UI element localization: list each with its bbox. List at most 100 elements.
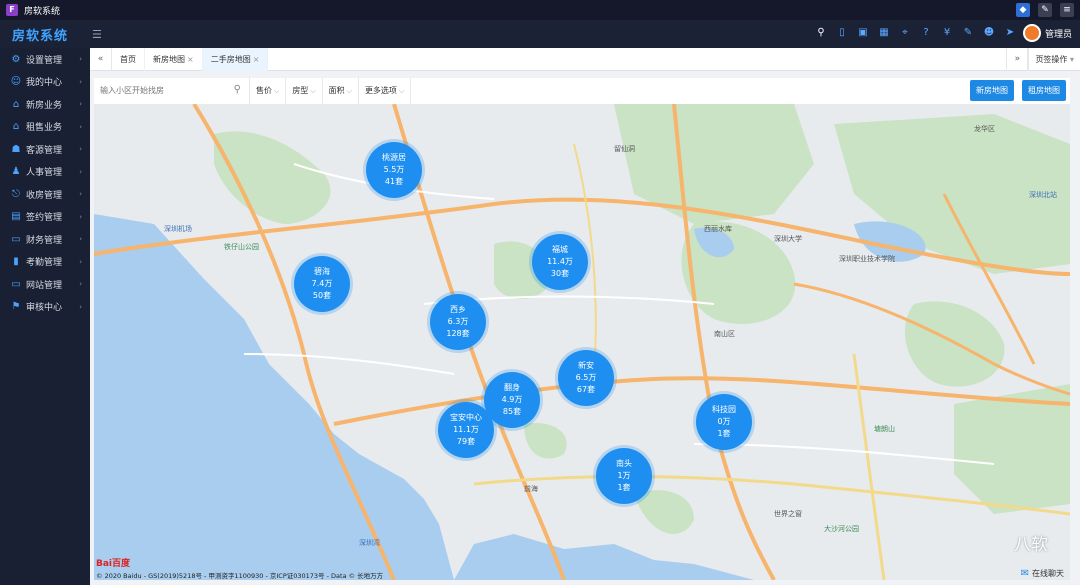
sidebar-item[interactable]: ▭ 财务管理 › [0, 228, 90, 251]
edit-window-icon[interactable]: ✎ [1038, 3, 1052, 17]
map-cluster-marker[interactable]: 新安 6.5万 67套 [558, 350, 614, 406]
map-label-nanshan: 南山区 [714, 330, 735, 338]
sidebar-item[interactable]: ⌂ 新房业务 › [0, 93, 90, 116]
cluster-name: 西乡 [450, 305, 466, 314]
tab[interactable]: 二手房地图 × [202, 47, 269, 71]
chart-icon: ▮ [13, 256, 19, 268]
new-house-map-button[interactable]: 新房地图 [970, 80, 1014, 101]
close-icon[interactable]: × [253, 55, 260, 64]
cluster-price: 6.3万 [447, 317, 469, 326]
sidebar-item[interactable]: ▮ 考勤管理 › [0, 251, 90, 274]
home-icon: ⌂ [12, 98, 20, 110]
search-box: ⚲ [94, 78, 250, 104]
receive-icon: ⎋ [12, 188, 20, 200]
map-cluster-marker[interactable]: 宝安中心 11.1万 79套 [438, 402, 494, 458]
sidebar-item[interactable]: ⚑ 审核中心 › [0, 296, 90, 319]
cluster-price: 4.9万 [501, 395, 523, 404]
app-header: 房软系统 ☰ ⚲ ▯ ▣ ▦ ⌖ ? ¥ ✎ ☻ ➤ 管理员 [0, 20, 1080, 48]
map-background [94, 104, 1070, 580]
search-icon[interactable]: ⚲ [234, 84, 241, 95]
filter-label: 售价 [256, 86, 272, 95]
search-input[interactable] [100, 78, 230, 102]
monitor-icon: ▭ [11, 278, 21, 290]
gear-icon: ⚙ [11, 53, 21, 65]
image-icon[interactable]: ▣ [857, 27, 869, 39]
tab[interactable]: 新房地图 × [145, 47, 203, 71]
cluster-name: 新安 [578, 361, 594, 370]
sidebar-item[interactable]: ⌂ 租售业务 › [0, 116, 90, 139]
sidebar-item-label: 客源管理 [26, 145, 63, 156]
filter-dropdown[interactable]: 房型 ⌵ [286, 78, 323, 104]
map-cluster-marker[interactable]: 西乡 6.3万 128套 [430, 294, 486, 350]
map-cluster-marker[interactable]: 福城 11.4万 30套 [532, 234, 588, 290]
wallet-icon[interactable]: ¥ [941, 27, 953, 39]
location-icon[interactable]: ⌖ [899, 27, 911, 39]
sidebar-item[interactable]: ☺ 我的中心 › [0, 71, 90, 94]
close-icon[interactable]: × [187, 55, 194, 64]
map-label-dashahe: 大沙河公园 [824, 525, 859, 533]
profile-icon[interactable]: ☻ [983, 27, 995, 39]
help-icon[interactable]: ? [920, 27, 932, 39]
tabs-scroll-left-icon[interactable]: « [90, 47, 112, 71]
map-cluster-marker[interactable]: 科技园 0万 1套 [696, 394, 752, 450]
map-label-reservoir: 西丽水库 [704, 225, 732, 233]
menu-toggle-icon[interactable]: ☰ [92, 28, 102, 41]
cluster-count: 41套 [384, 177, 404, 186]
avatar[interactable] [1022, 24, 1041, 42]
note-icon[interactable]: ✎ [962, 27, 974, 39]
sidebar-item[interactable]: ☗ 客源管理 › [0, 138, 90, 161]
tab[interactable]: 首页 [112, 47, 145, 71]
filter-dropdown[interactable]: 更多选项 ⌵ [359, 78, 412, 104]
sidebar-item[interactable]: ⎋ 收房管理 › [0, 183, 90, 206]
sidebar-item[interactable]: ▭ 网站管理 › [0, 273, 90, 296]
tabs-bar: « 首页 新房地图 × 二手房地图 × » 页签操作 ▾ [90, 47, 1080, 71]
menu-window-icon[interactable]: ≡ [1060, 3, 1074, 17]
user-menu[interactable]: 管理员 [1022, 24, 1072, 42]
filter-dropdown[interactable]: 售价 ⌵ [250, 78, 287, 104]
cluster-name: 桃源居 [382, 153, 406, 162]
map-cluster-marker[interactable]: 桃源居 5.5万 41套 [366, 142, 422, 198]
sidebar-item-label: 财务管理 [26, 235, 63, 246]
map-canvas[interactable]: 深圳机场 铁仔山公园 深圳大学 西丽水库 深圳北站 龙华区 留仙洞 深圳职业技术… [94, 104, 1070, 580]
calculator-icon[interactable]: ▦ [878, 27, 890, 39]
run-icon[interactable]: ➤ [1004, 27, 1016, 39]
chevron-right-icon: › [79, 145, 82, 154]
sidebar-item[interactable]: ⚙ 设置管理 › [0, 48, 90, 71]
cluster-price: 7.4万 [311, 279, 333, 288]
page-ops-dropdown[interactable]: 页签操作 ▾ [1028, 48, 1080, 71]
map-label-window: 世界之窗 [774, 510, 802, 518]
header-toolbar: ⚲ ▯ ▣ ▦ ⌖ ? ¥ ✎ ☻ ➤ [815, 27, 1016, 39]
map-cluster-marker[interactable]: 南头 1万 1套 [596, 448, 652, 504]
map-cluster-marker[interactable]: 碧海 7.4万 50套 [294, 256, 350, 312]
tabs-scroll-right-icon[interactable]: » [1006, 48, 1029, 71]
brand-logo: 房软系统 [12, 28, 69, 44]
search-icon[interactable]: ⚲ [815, 27, 827, 39]
chevron-right-icon: › [79, 212, 82, 221]
cluster-count: 79套 [456, 437, 476, 446]
window-app-icon[interactable]: ◆ [1016, 3, 1030, 17]
cluster-count: 67套 [576, 385, 596, 394]
sidebar-item-label: 设置管理 [26, 55, 63, 66]
cluster-price: 0万 [717, 417, 731, 426]
filter-label: 面积 [328, 86, 345, 95]
online-chat[interactable]: ✉ 在线聊天 [1021, 568, 1064, 579]
document-icon[interactable]: ▯ [836, 27, 848, 39]
chat-icon: ✉ [1020, 568, 1029, 579]
rent-map-button[interactable]: 租房地图 [1022, 80, 1066, 101]
tab-label: 首页 [120, 54, 136, 64]
window-title: 房软系统 [24, 6, 61, 17]
sidebar-item-label: 收房管理 [26, 190, 63, 201]
sidebar-item-label: 签约管理 [26, 213, 63, 224]
tab-label: 新房地图 [153, 54, 185, 64]
sidebar-item[interactable]: ♟ 人事管理 › [0, 161, 90, 184]
sidebar-item[interactable]: ▤ 签约管理 › [0, 206, 90, 229]
app-logo-icon: F [6, 4, 18, 16]
chevron-right-icon: › [79, 77, 82, 86]
map-filter-toolbar: ⚲ 售价⌵房型⌵面积⌵更多选项⌵ 新房地图 租房地图 [94, 78, 1070, 104]
chevron-right-icon: › [79, 167, 82, 176]
map-label-north-station: 深圳北站 [1029, 191, 1057, 199]
map-label-tanglang: 塘朗山 [874, 425, 895, 433]
map-label-liuxiandong: 留仙洞 [614, 145, 635, 153]
map-label-university: 深圳大学 [774, 235, 802, 243]
filter-dropdown[interactable]: 面积 ⌵ [323, 78, 359, 104]
